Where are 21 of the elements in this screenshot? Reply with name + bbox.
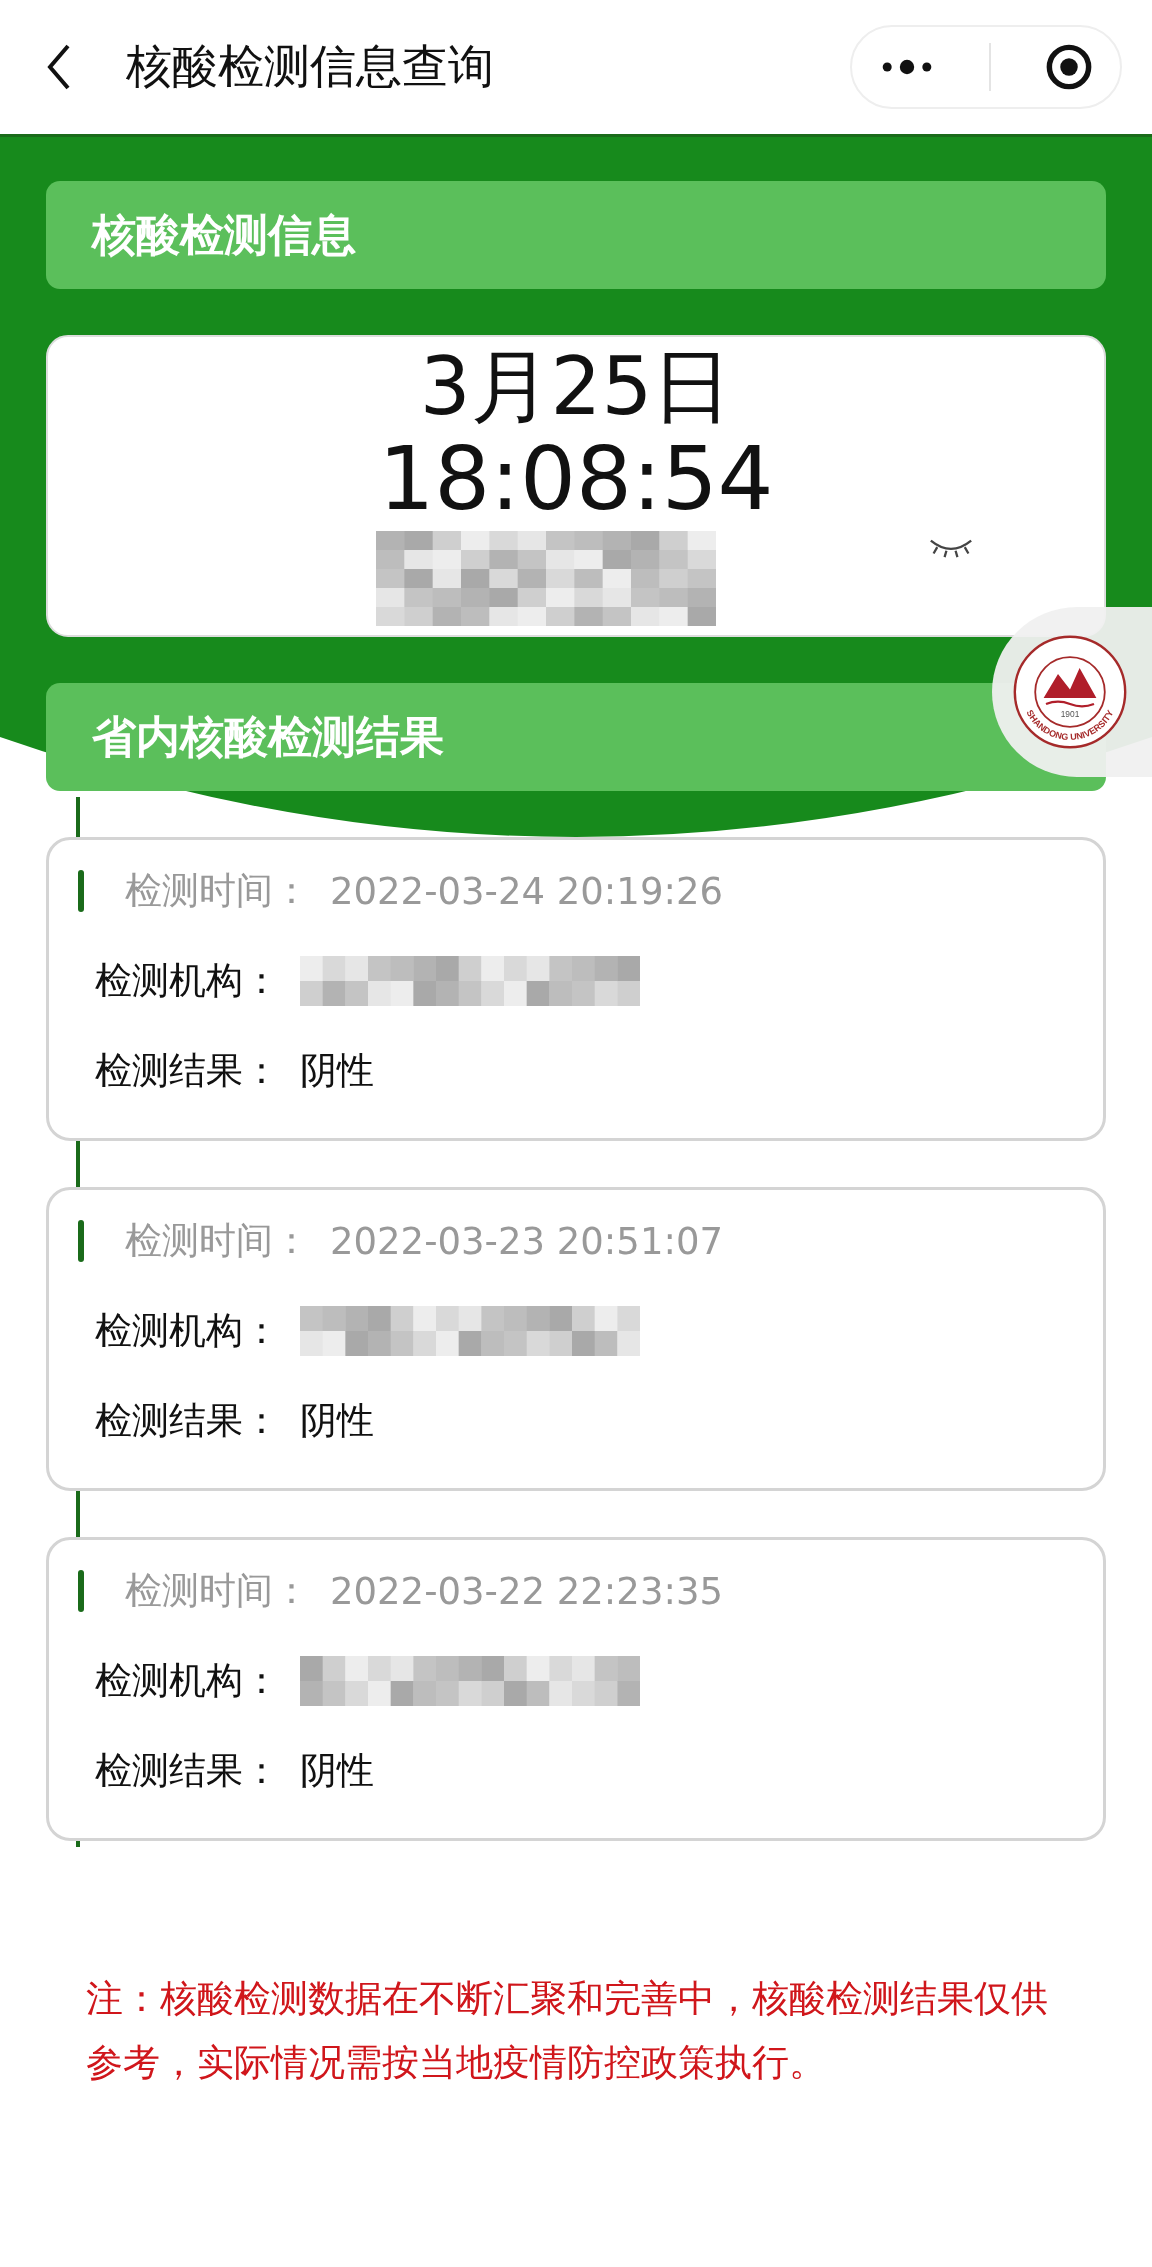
result-label: 检测结果：	[95, 1398, 280, 1444]
section-title: 省内核酸检测结果	[92, 709, 444, 764]
result-label: 检测结果：	[95, 1048, 280, 1094]
org-label: 检测机构：	[95, 1308, 280, 1354]
time-label: 检测时间：	[125, 1568, 310, 1614]
disclaimer-note: 注：核酸检测数据在不断汇聚和完善中，核酸检测结果仅供参考，实际情况需按当地疫情防控政策执行。	[86, 1976, 1049, 2086]
clock-text: 18:08:54	[378, 431, 774, 527]
time-value: 2022-03-24 20:19:26	[330, 869, 723, 913]
org-label: 检测机构：	[95, 958, 280, 1004]
result-label: 检测结果：	[95, 1748, 280, 1794]
result-value: 阴性	[300, 1048, 374, 1094]
result-value: 阴性	[300, 1748, 374, 1794]
date-text: 3月25日	[419, 343, 733, 431]
time-label: 检测时间：	[125, 1218, 310, 1264]
result-value: 阴性	[300, 1398, 374, 1444]
page-title: 核酸检测信息查询	[126, 38, 495, 95]
time-value: 2022-03-23 20:51:07	[330, 1219, 723, 1263]
time-value: 2022-03-22 22:23:35	[330, 1569, 723, 1613]
org-label: 检测机构：	[95, 1658, 280, 1704]
section-title: 核酸检测信息	[92, 207, 356, 262]
time-label: 检测时间：	[125, 868, 310, 914]
